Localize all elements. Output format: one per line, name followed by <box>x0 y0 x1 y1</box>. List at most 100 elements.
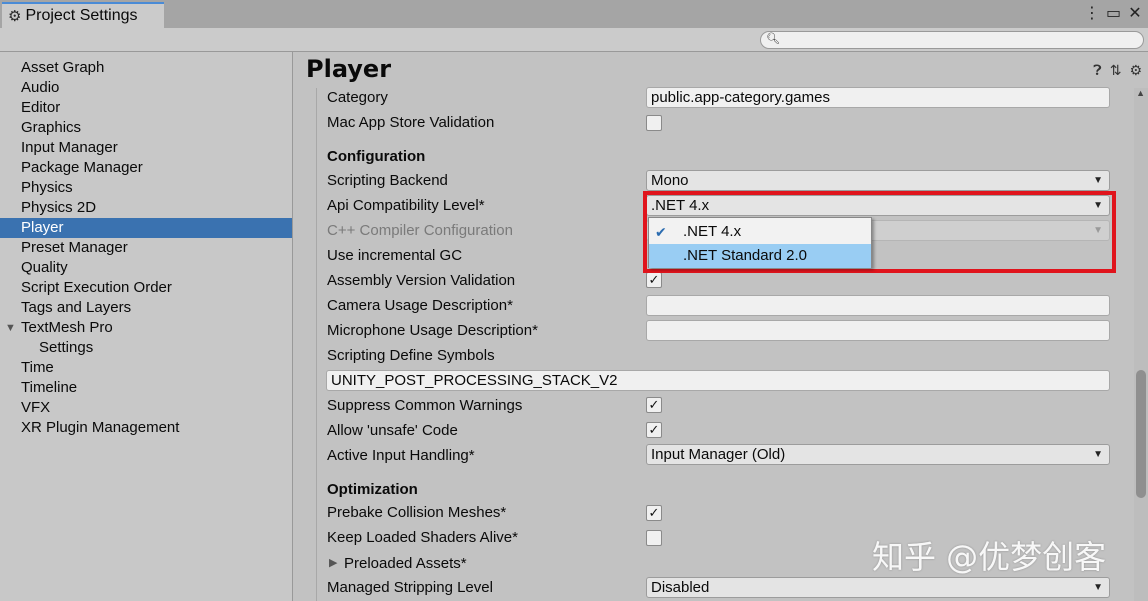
sidebar-item-vfx[interactable]: VFX <box>0 398 292 418</box>
category-label: Category <box>327 89 388 106</box>
sidebar-item-audio[interactable]: Audio <box>0 78 292 98</box>
preloaded-assets-label[interactable]: Preloaded Assets* <box>344 554 467 574</box>
toolbar: 🔍︎ <box>0 28 1148 52</box>
sidebar-item-preset-manager[interactable]: Preset Manager <box>0 238 292 258</box>
sidebar-item-label: Physics <box>21 179 73 196</box>
help-icon[interactable]: ❓︎ <box>1093 62 1101 79</box>
page-title: Player <box>306 55 392 83</box>
define-symbols-field[interactable]: UNITY_POST_PROCESSING_STACK_V2 <box>326 370 1110 391</box>
sidebar-item-label: Preset Manager <box>21 239 128 256</box>
popup-option-net-standard[interactable]: .NET Standard 2.0 <box>649 244 871 268</box>
popup-option-net4x[interactable]: ✔ .NET 4.x <box>649 220 871 244</box>
popup-option-label: .NET Standard 2.0 <box>683 247 807 264</box>
input-handling-label: Active Input Handling* <box>327 447 475 464</box>
search-box[interactable]: 🔍︎ <box>760 31 1144 49</box>
sidebar-item-label: Package Manager <box>21 159 143 176</box>
sidebar-item-label: Quality <box>21 259 68 276</box>
expand-triangle-icon[interactable]: ▼ <box>5 318 16 338</box>
input-handling-dropdown[interactable]: Input Manager (Old) ▼ <box>646 444 1110 465</box>
project-settings-tab[interactable]: ⚙ Project Settings <box>2 2 164 28</box>
keep-shaders-checkbox[interactable] <box>646 530 662 546</box>
foldout-triangle-icon[interactable]: ▶ <box>329 553 337 573</box>
sidebar-item-label: Timeline <box>21 379 78 396</box>
sidebar-item-tags-and-layers[interactable]: Tags and Layers <box>0 298 292 318</box>
define-symbols-label: Scripting Define Symbols <box>327 347 495 364</box>
settings-sidebar: Asset Graph Audio Editor Graphics Input … <box>0 52 293 601</box>
chevron-down-icon: ▼ <box>1093 449 1103 460</box>
scrollbar-thumb[interactable] <box>1136 370 1146 498</box>
tab-title: Project Settings <box>25 7 138 24</box>
sidebar-item-asset-graph[interactable]: Asset Graph <box>0 58 292 78</box>
more-icon[interactable]: ⋮ <box>1084 3 1100 23</box>
search-icon: 🔍︎ <box>766 33 780 45</box>
camera-usage-field[interactable] <box>646 295 1110 316</box>
assembly-validation-checkbox[interactable]: ✓ <box>646 272 662 288</box>
sidebar-item-label: Script Execution Order <box>21 279 172 296</box>
popup-option-label: .NET 4.x <box>683 223 742 240</box>
scripting-backend-dropdown[interactable]: Mono ▼ <box>646 170 1110 191</box>
maximize-icon[interactable]: ▭ <box>1106 3 1121 23</box>
chevron-down-icon: ▼ <box>1093 582 1103 593</box>
settings-gear-icon[interactable]: ⚙ <box>1129 62 1142 79</box>
sidebar-item-input-manager[interactable]: Input Manager <box>0 138 292 158</box>
sidebar-item-label: XR Plugin Management <box>21 419 180 436</box>
sidebar-item-physics[interactable]: Physics <box>0 178 292 198</box>
configuration-header: Configuration <box>327 148 426 165</box>
unsafe-code-checkbox[interactable]: ✓ <box>646 422 662 438</box>
chevron-down-icon: ▼ <box>1093 225 1103 236</box>
scripting-backend-label: Scripting Backend <box>327 172 448 189</box>
scrollbar-track[interactable] <box>1134 88 1148 601</box>
indent-divider <box>316 88 317 601</box>
dropdown-value: Disabled <box>651 579 710 596</box>
presets-icon[interactable]: ⇅ <box>1110 62 1122 79</box>
incremental-gc-label: Use incremental GC <box>327 247 463 264</box>
chevron-down-icon: ▼ <box>1093 175 1103 186</box>
unsafe-code-label: Allow 'unsafe' Code <box>327 422 458 439</box>
optimization-header: Optimization <box>327 481 418 498</box>
mac-validation-checkbox[interactable] <box>646 115 662 131</box>
watermark: 知乎 @优梦创客 <box>872 538 1107 576</box>
sidebar-item-textmesh-settings[interactable]: Settings <box>0 338 292 358</box>
dropdown-value: Input Manager (Old) <box>651 446 786 463</box>
sidebar-item-label: Player <box>21 219 64 236</box>
sidebar-item-label: TextMesh Pro <box>21 319 113 336</box>
checkmark-icon: ✔ <box>655 224 667 240</box>
sidebar-item-time[interactable]: Time <box>0 358 292 378</box>
assembly-validation-label: Assembly Version Validation <box>327 272 516 289</box>
sidebar-item-quality[interactable]: Quality <box>0 258 292 278</box>
sidebar-item-textmesh-pro[interactable]: ▼ TextMesh Pro <box>0 318 292 338</box>
mac-validation-label: Mac App Store Validation <box>327 114 495 131</box>
cpp-compiler-label: C++ Compiler Configuration <box>327 222 513 239</box>
sidebar-item-label: Editor <box>21 99 61 116</box>
chevron-down-icon: ▼ <box>1093 200 1103 211</box>
title-bar: ⚙ Project Settings ⋮ ▭ ✕ <box>0 0 1148 28</box>
sidebar-item-xr-plugin-management[interactable]: XR Plugin Management <box>0 418 292 438</box>
sidebar-item-physics-2d[interactable]: Physics 2D <box>0 198 292 218</box>
gear-icon: ⚙ <box>8 8 22 25</box>
close-icon[interactable]: ✕ <box>1128 3 1142 23</box>
sidebar-item-label: Tags and Layers <box>21 299 132 316</box>
microphone-usage-field[interactable] <box>646 320 1110 341</box>
sidebar-item-script-execution-order[interactable]: Script Execution Order <box>0 278 292 298</box>
api-compatibility-label: Api Compatibility Level* <box>327 197 485 214</box>
sidebar-item-player[interactable]: Player <box>0 218 292 238</box>
search-input[interactable] <box>779 33 1129 47</box>
sidebar-item-timeline[interactable]: Timeline <box>0 378 292 398</box>
scroll-up-arrow-icon[interactable]: ▲ <box>1136 88 1145 98</box>
suppress-warnings-checkbox[interactable]: ✓ <box>646 397 662 413</box>
dropdown-value: .NET 4.x <box>651 197 710 214</box>
sidebar-item-label: Asset Graph <box>21 59 105 76</box>
sidebar-item-editor[interactable]: Editor <box>0 98 292 118</box>
sidebar-item-package-manager[interactable]: Package Manager <box>0 158 292 178</box>
stripping-level-dropdown[interactable]: Disabled ▼ <box>646 577 1110 598</box>
sidebar-item-label: Audio <box>21 79 60 96</box>
sidebar-item-label: Input Manager <box>21 139 118 156</box>
sidebar-item-graphics[interactable]: Graphics <box>0 118 292 138</box>
dropdown-value: Mono <box>651 172 689 189</box>
suppress-warnings-label: Suppress Common Warnings <box>327 397 523 414</box>
prebake-checkbox[interactable]: ✓ <box>646 505 662 521</box>
keep-shaders-label: Keep Loaded Shaders Alive* <box>327 529 518 546</box>
sidebar-item-label: Time <box>21 359 54 376</box>
category-field[interactable]: public.app-category.games <box>646 87 1110 108</box>
api-compatibility-dropdown[interactable]: .NET 4.x ▼ <box>646 195 1110 216</box>
